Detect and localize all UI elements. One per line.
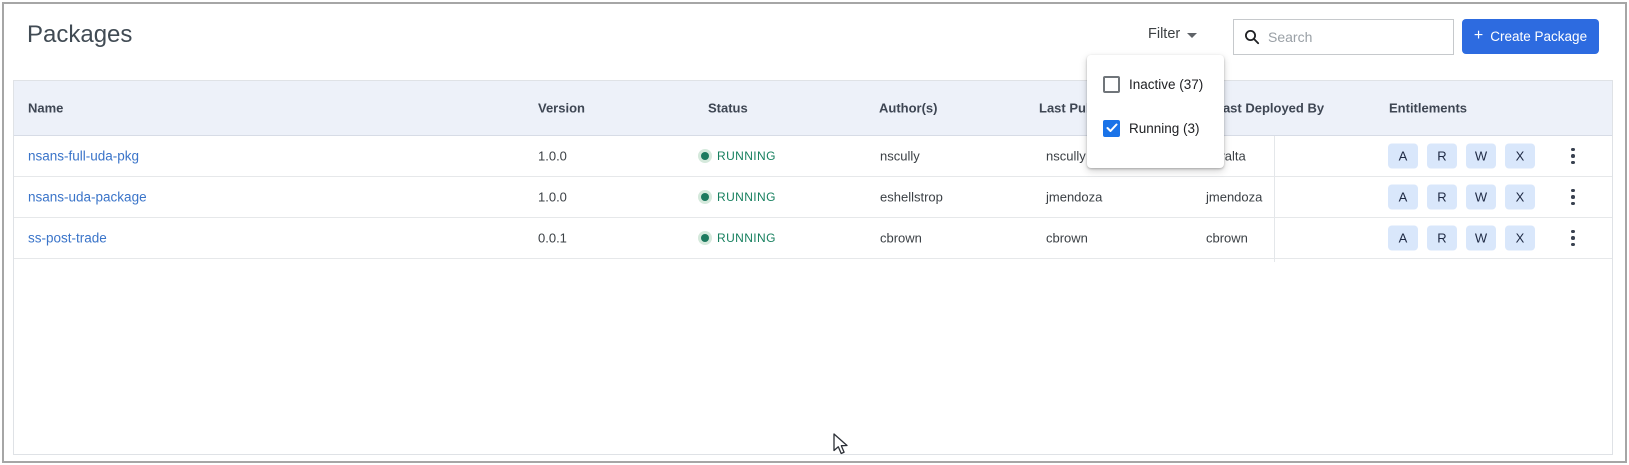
entitlement-chip-w: W [1466, 226, 1496, 251]
version-cell: 1.0.0 [538, 190, 567, 205]
package-name-link[interactable]: nsans-uda-package [28, 190, 147, 205]
last-deployed-by-cell: jmendoza [1206, 190, 1262, 205]
entitlement-chip-a: A [1388, 185, 1418, 210]
entitlement-chip-w: W [1466, 185, 1496, 210]
entitlement-chip-r: R [1427, 144, 1457, 169]
filter-button-label: Filter [1148, 26, 1180, 42]
filter-option-inactive[interactable]: Inactive (37) [1103, 75, 1224, 93]
entitlement-chip-r: R [1427, 185, 1457, 210]
column-header-status[interactable]: Status [708, 101, 748, 116]
search-icon [1244, 29, 1260, 45]
entitlement-chip-a: A [1388, 144, 1418, 169]
entitlement-chips: A R W X [1388, 226, 1535, 251]
checkbox-unchecked-icon[interactable] [1103, 76, 1120, 93]
create-package-label: Create Package [1490, 29, 1587, 44]
table-row: nsans-uda-package 1.0.0 RUNNING eshellst… [14, 177, 1612, 218]
column-header-name[interactable]: Name [28, 101, 63, 116]
create-package-button[interactable]: + Create Package [1462, 19, 1599, 54]
row-actions-kebab-icon[interactable] [1562, 227, 1584, 249]
filter-button[interactable]: Filter [1148, 26, 1197, 42]
last-published-by-cell: jmendoza [1046, 190, 1102, 205]
authors-cell: nscully [880, 149, 920, 164]
authors-cell: cbrown [880, 231, 922, 246]
package-name-link[interactable]: nsans-full-uda-pkg [28, 149, 139, 164]
status-badge: RUNNING [701, 231, 776, 245]
checkbox-checked-icon[interactable] [1103, 120, 1120, 137]
table-row: nsans-full-uda-pkg 1.0.0 RUNNING nscully… [14, 136, 1612, 177]
search-box[interactable] [1233, 19, 1454, 55]
pinned-columns-divider [1274, 136, 1275, 262]
entitlement-chip-x: X [1505, 185, 1535, 210]
column-header-last-deployed-by[interactable]: Last Deployed By [1215, 101, 1324, 116]
page-title: Packages [27, 21, 132, 49]
last-published-by-cell: nscully [1046, 149, 1086, 164]
entitlement-chip-x: X [1505, 226, 1535, 251]
chevron-down-icon [1187, 33, 1197, 38]
authors-cell: eshellstrop [880, 190, 943, 205]
row-actions-kebab-icon[interactable] [1562, 145, 1584, 167]
search-input[interactable] [1268, 29, 1428, 45]
last-deployed-by-cell: cbrown [1206, 231, 1248, 246]
status-dot-icon [701, 152, 709, 160]
filter-dropdown: Inactive (37) Running (3) [1087, 55, 1224, 168]
packages-page: Packages Filter + Create Package Name Ve… [0, 0, 1629, 465]
entitlement-chip-r: R [1427, 226, 1457, 251]
status-badge: RUNNING [701, 149, 776, 163]
version-cell: 1.0.0 [538, 149, 567, 164]
last-published-by-cell: cbrown [1046, 231, 1088, 246]
status-badge: RUNNING [701, 190, 776, 204]
entitlement-chip-a: A [1388, 226, 1418, 251]
entitlement-chips: A R W X [1388, 144, 1535, 169]
packages-table: Name Version Status Author(s) Last Publi… [13, 80, 1613, 455]
table-header-row: Name Version Status Author(s) Last Publi… [14, 81, 1612, 136]
filter-option-running[interactable]: Running (3) [1103, 119, 1224, 137]
row-actions-kebab-icon[interactable] [1562, 186, 1584, 208]
entitlement-chip-w: W [1466, 144, 1496, 169]
column-header-entitlements[interactable]: Entitlements [1389, 101, 1467, 116]
status-dot-icon [701, 234, 709, 242]
status-dot-icon [701, 193, 709, 201]
plus-icon: + [1474, 27, 1483, 45]
version-cell: 0.0.1 [538, 231, 567, 246]
entitlement-chip-x: X [1505, 144, 1535, 169]
column-header-version[interactable]: Version [538, 101, 585, 116]
package-name-link[interactable]: ss-post-trade [28, 231, 107, 246]
entitlement-chips: A R W X [1388, 185, 1535, 210]
table-row: ss-post-trade 0.0.1 RUNNING cbrown cbrow… [14, 218, 1612, 259]
column-header-authors[interactable]: Author(s) [879, 101, 938, 116]
